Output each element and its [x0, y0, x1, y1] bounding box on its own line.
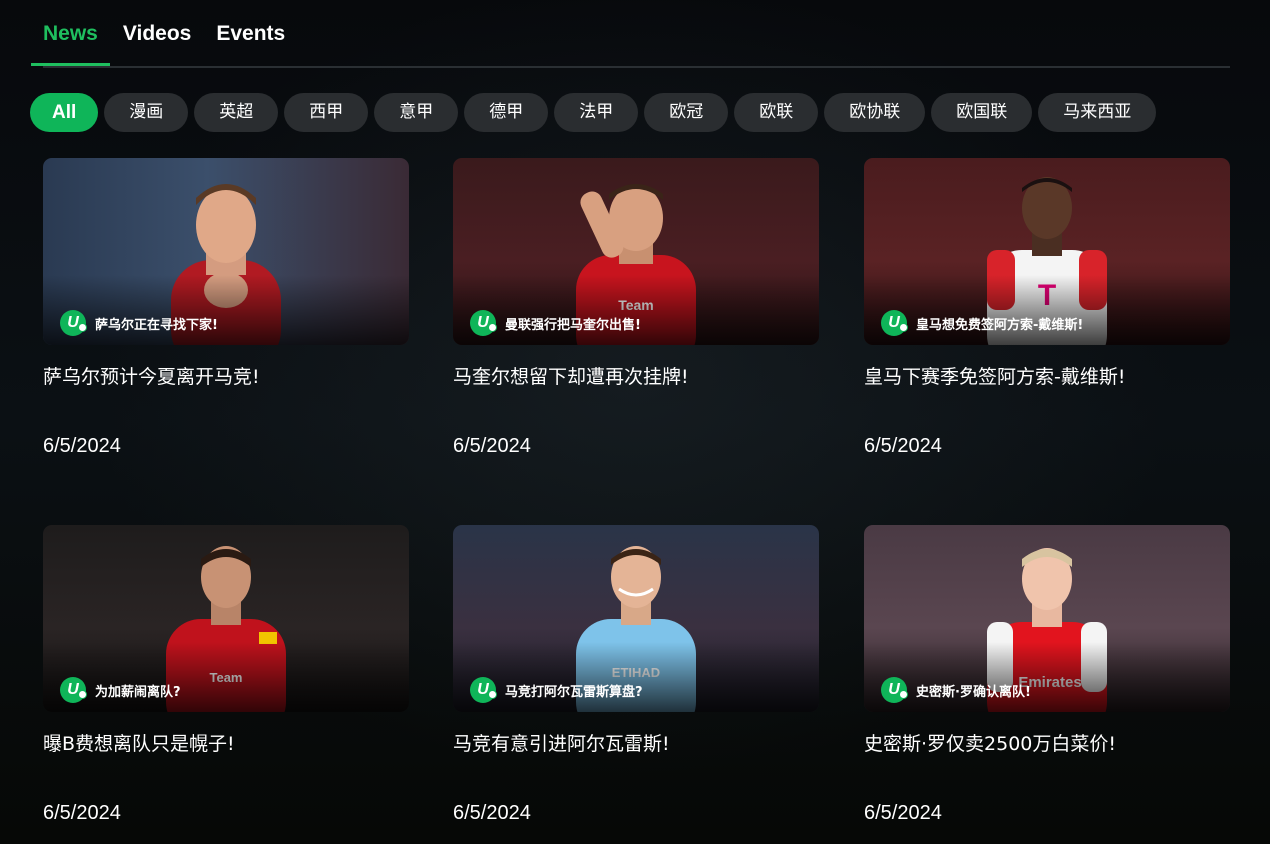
brand-logo-icon: U [470, 677, 497, 703]
filter-chip-europa-league[interactable]: 欧联 [734, 93, 819, 132]
filter-chip-serie-a[interactable]: 意甲 [374, 93, 459, 132]
news-card[interactable]: Team U 曼联强行把马奎尔出售! 马奎尔想留下却遭再次挂牌! 6/5/202… [453, 158, 819, 458]
news-badge-text: 皇马想免费签阿方索-戴维斯! [916, 317, 1084, 333]
news-headline[interactable]: 马奎尔想留下却遭再次挂牌! [453, 362, 819, 392]
brand-logo-icon: U [60, 310, 87, 336]
brand-logo-icon: U [470, 310, 497, 336]
brand-logo-icon: U [881, 310, 908, 336]
news-thumbnail[interactable]: U 萨乌尔正在寻找下家! [43, 158, 409, 345]
news-thumbnail[interactable]: ETIHAD U 马竞打阿尔瓦雷斯算盘? [453, 525, 819, 712]
filter-chip-nations-league[interactable]: 欧国联 [931, 93, 1033, 132]
news-badge: U 皇马想免费签阿方索-戴维斯! [881, 310, 1083, 336]
content-tabs: News Videos Events [31, 0, 1230, 68]
brand-logo-icon: U [881, 677, 908, 703]
filter-chip-ligue-1[interactable]: 法甲 [554, 93, 639, 132]
tab-news[interactable]: News [31, 0, 110, 66]
tab-videos[interactable]: Videos [123, 0, 191, 64]
news-card[interactable]: ETIHAD U 马竞打阿尔瓦雷斯算盘? 马竞有意引进阿尔瓦雷斯! 6/5/20… [453, 525, 819, 825]
news-card[interactable]: T U 皇马想免费签阿方索-戴维斯! 皇马下赛季免签阿方索-戴维斯! 6/5/2… [864, 158, 1230, 458]
filter-chip-conference-league[interactable]: 欧协联 [824, 93, 926, 132]
filter-chip-premier-league[interactable]: 英超 [194, 93, 279, 132]
filter-chip-malaysia[interactable]: 马来西亚 [1038, 93, 1157, 132]
news-page: News Videos Events All 漫画 英超 西甲 意甲 德甲 法甲 欧冠 欧联 欧协… [0, 0, 1270, 844]
news-badge-text: 萨乌尔正在寻找下家! [95, 317, 218, 333]
news-headline[interactable]: 皇马下赛季免签阿方索-戴维斯! [864, 362, 1230, 392]
news-date: 6/5/2024 [43, 802, 121, 824]
news-date: 6/5/2024 [43, 435, 121, 457]
news-thumbnail[interactable]: Team U 曼联强行把马奎尔出售! [453, 158, 819, 345]
news-headline[interactable]: 曝B费想离队只是幌子! [43, 729, 409, 759]
news-headline[interactable]: 史密斯·罗仅卖2500万白菜价! [864, 729, 1230, 759]
news-card[interactable]: Emirates U 史密斯·罗确认离队! 史密斯·罗仅卖2500万白菜价! 6… [864, 525, 1230, 825]
news-date: 6/5/2024 [453, 802, 531, 824]
news-card[interactable]: U 萨乌尔正在寻找下家! 萨乌尔预计今夏离开马竞! 6/5/2024 [43, 158, 409, 458]
filter-chip-comics[interactable]: 漫画 [104, 93, 189, 132]
filter-chip-champions-league[interactable]: 欧冠 [644, 93, 729, 132]
news-headline[interactable]: 萨乌尔预计今夏离开马竞! [43, 362, 409, 392]
news-date: 6/5/2024 [864, 435, 942, 457]
news-badge: U 萨乌尔正在寻找下家! [60, 310, 218, 336]
news-badge-text: 马竞打阿尔瓦雷斯算盘? [505, 684, 643, 700]
news-badge: U 马竞打阿尔瓦雷斯算盘? [470, 677, 643, 703]
news-date: 6/5/2024 [453, 435, 531, 457]
news-headline[interactable]: 马竞有意引进阿尔瓦雷斯! [453, 729, 819, 759]
news-badge-text: 曼联强行把马奎尔出售! [505, 317, 641, 333]
news-thumbnail[interactable]: T U 皇马想免费签阿方索-戴维斯! [864, 158, 1230, 345]
tab-events[interactable]: Events [216, 0, 285, 64]
news-date: 6/5/2024 [864, 802, 942, 824]
news-badge: U 为加薪闹离队? [60, 677, 181, 703]
news-card[interactable]: Team U 为加薪闹离队? 曝B费想离队只是幌子! 6/5/2024 [43, 525, 409, 825]
brand-logo-icon: U [60, 677, 87, 703]
filter-chip-all[interactable]: All [30, 93, 99, 132]
filter-chip-la-liga[interactable]: 西甲 [284, 93, 369, 132]
news-badge-text: 史密斯·罗确认离队! [916, 684, 1031, 700]
news-badge-text: 为加薪闹离队? [95, 684, 181, 700]
news-thumbnail[interactable]: Team U 为加薪闹离队? [43, 525, 409, 712]
news-badge: U 曼联强行把马奎尔出售! [470, 310, 641, 336]
filter-chip-bundesliga[interactable]: 德甲 [464, 93, 549, 132]
news-thumbnail[interactable]: Emirates U 史密斯·罗确认离队! [864, 525, 1230, 712]
league-filter-bar: All 漫画 英超 西甲 意甲 德甲 法甲 欧冠 欧联 欧协联 欧国联 马来西亚 [30, 93, 1243, 133]
news-badge: U 史密斯·罗确认离队! [881, 677, 1031, 703]
